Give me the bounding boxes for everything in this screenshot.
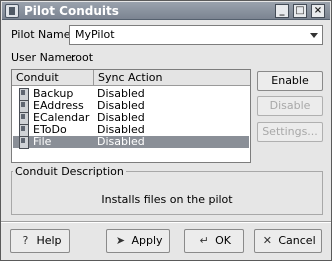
title-bar[interactable]: Pilot Conduits _ □ × [2, 2, 330, 20]
cancel-label: Cancel [278, 234, 316, 247]
help-button[interactable]: ? Help [10, 229, 70, 253]
user-name-value: root [71, 51, 94, 64]
list-item-selected[interactable]: File Disabled [13, 135, 249, 149]
window-title: Pilot Conduits [24, 4, 119, 18]
conduit-list[interactable]: Conduit Sync Action Backup Disabled EAdd… [11, 69, 251, 163]
close-button[interactable]: × [311, 4, 325, 18]
disable-button[interactable]: Disable [257, 96, 323, 116]
conduit-name: File [33, 135, 52, 148]
pilot-name-combo[interactable]: MyPilot [69, 25, 323, 45]
ok-button[interactable]: ↵ OK [184, 229, 244, 253]
enable-button[interactable]: Enable [257, 71, 323, 91]
settings-button[interactable]: Settings... [257, 122, 323, 142]
ok-label: OK [215, 234, 231, 247]
column-header-conduit[interactable]: Conduit [12, 70, 94, 85]
divider [1, 221, 331, 223]
user-name-label: User Name: [11, 51, 76, 64]
app-icon [5, 4, 19, 18]
pilot-device-icon [18, 100, 29, 113]
pilot-name-label: Pilot Name: [11, 28, 75, 41]
list-header: Conduit Sync Action [12, 70, 250, 86]
apply-button[interactable]: ➤ Apply [106, 229, 170, 253]
pilot-device-icon [18, 112, 29, 125]
pilot-device-icon [18, 88, 29, 101]
pilot-conduits-dialog: Pilot Conduits _ □ × Pilot Name: MyPilot… [0, 0, 332, 261]
pilot-device-icon [18, 124, 29, 137]
ok-icon: ↵ [199, 234, 209, 247]
conduit-description-title: Conduit Description [13, 165, 126, 178]
maximize-button[interactable]: □ [293, 4, 307, 18]
pilot-name-value: MyPilot [75, 28, 115, 41]
pilot-device-icon [18, 136, 29, 149]
apply-label: Apply [131, 234, 163, 247]
sync-action: Disabled [97, 135, 145, 148]
cancel-button[interactable]: ✕ Cancel [254, 229, 322, 253]
cancel-icon: ✕ [262, 234, 272, 247]
apply-icon: ➤ [115, 234, 126, 247]
minimize-button[interactable]: _ [275, 4, 289, 18]
conduit-description-text: Installs files on the pilot [101, 193, 233, 206]
help-icon: ? [22, 234, 29, 247]
help-label: Help [36, 234, 62, 247]
chevron-down-icon[interactable] [310, 33, 318, 38]
column-header-sync-action[interactable]: Sync Action [94, 70, 250, 85]
